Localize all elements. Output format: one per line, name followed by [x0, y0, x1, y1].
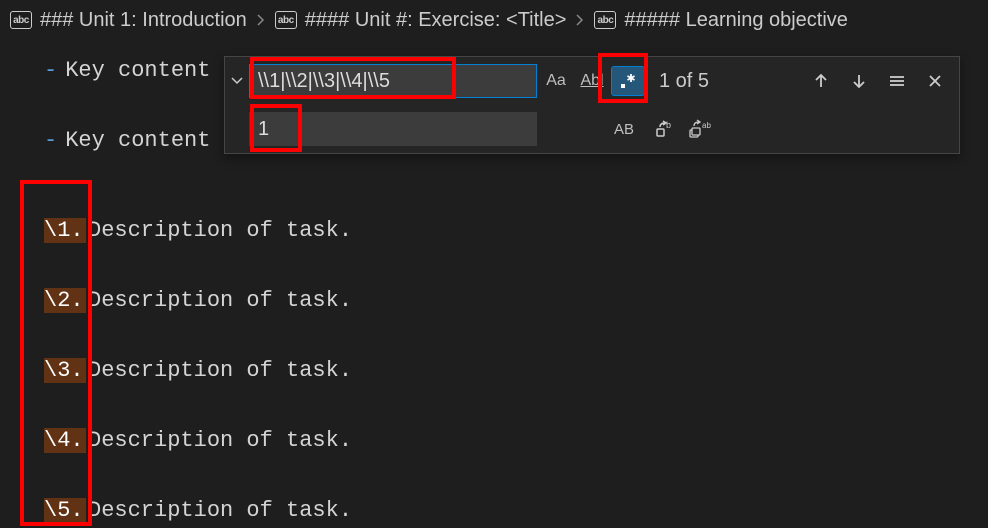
svg-text:ab: ab: [702, 121, 711, 130]
task-number: \1.: [44, 218, 86, 243]
match-case-button[interactable]: Aa: [539, 66, 573, 96]
breadcrumb-item[interactable]: ##### Learning objective: [624, 9, 848, 32]
arrow-up-icon: [812, 72, 830, 90]
task-desc: Description of task.: [88, 288, 352, 313]
task-line: \5. Description of task.: [0, 492, 988, 528]
replace-all-button[interactable]: ab: [689, 119, 711, 139]
task-number: \3.: [44, 358, 86, 383]
match-whole-word-button[interactable]: Abl: [575, 66, 609, 96]
prev-match-button[interactable]: [809, 72, 833, 90]
svg-text:b: b: [666, 120, 671, 130]
key-content-text: Key content: [65, 58, 210, 83]
task-desc: Description of task.: [88, 218, 352, 243]
replace-one-button[interactable]: b: [655, 119, 675, 139]
task-desc: Description of task.: [88, 428, 352, 453]
task-line: \4. Description of task.: [0, 422, 988, 458]
symbol-icon: abc: [10, 11, 32, 29]
replace-icon: b: [655, 119, 675, 139]
replace-all-icon: ab: [689, 119, 711, 139]
task-line: \1. Description of task.: [0, 212, 988, 248]
task-line: \2. Description of task.: [0, 282, 988, 318]
task-number: \4.: [44, 428, 86, 453]
breadcrumb-item[interactable]: #### Unit #: Exercise: <Title>: [305, 9, 567, 32]
symbol-icon: abc: [594, 11, 616, 29]
search-input[interactable]: [249, 64, 537, 98]
preserve-case-button[interactable]: AB: [607, 114, 641, 144]
chevron-down-icon: [231, 75, 243, 87]
next-match-button[interactable]: [847, 72, 871, 90]
close-icon: [927, 73, 943, 89]
breadcrumb-bar: abc ### Unit 1: Introduction abc #### Un…: [0, 0, 988, 40]
symbol-icon: abc: [275, 11, 297, 29]
find-replace-widget: Aa Abl 1 of 5 AB b ab: [224, 56, 960, 154]
toggle-replace-button[interactable]: [225, 75, 249, 87]
task-number: \5.: [44, 498, 86, 523]
regex-icon: [619, 72, 637, 90]
find-in-selection-button[interactable]: [885, 72, 909, 90]
list-dash: -: [44, 58, 57, 83]
selection-icon: [888, 72, 906, 90]
close-button[interactable]: [923, 72, 947, 90]
chevron-right-icon: [574, 14, 586, 26]
key-content-text: Key content: [65, 128, 210, 153]
use-regex-button[interactable]: [611, 66, 645, 96]
list-dash: -: [44, 128, 57, 153]
chevron-right-icon: [255, 14, 267, 26]
task-desc: Description of task.: [88, 358, 352, 383]
replace-input[interactable]: [249, 112, 537, 146]
match-count: 1 of 5: [659, 70, 809, 93]
breadcrumb-item[interactable]: ### Unit 1: Introduction: [40, 9, 247, 32]
task-line: \3. Description of task.: [0, 352, 988, 388]
task-number: \2.: [44, 288, 86, 313]
task-desc: Description of task.: [88, 498, 352, 523]
arrow-down-icon: [850, 72, 868, 90]
